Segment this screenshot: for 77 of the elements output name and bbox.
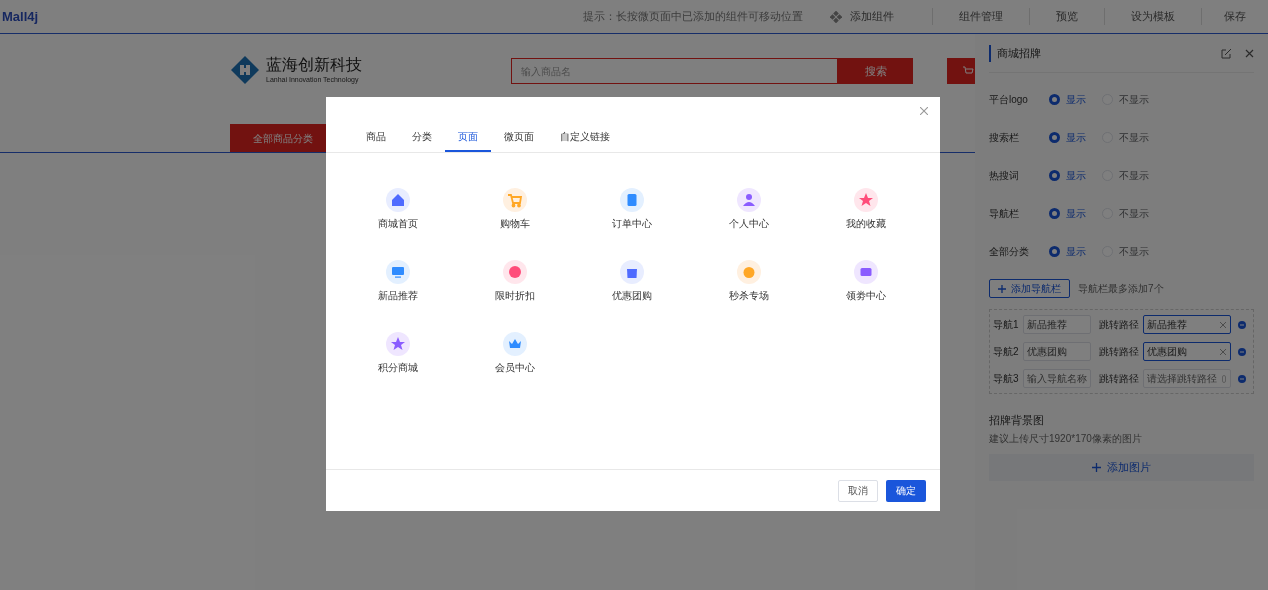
setting-label: 全部分类 — [989, 244, 1030, 259]
clear-icon[interactable] — [1220, 348, 1226, 355]
toolbar-button[interactable]: 预览 — [1030, 8, 1105, 25]
dialog-tab[interactable]: 分类 — [399, 129, 445, 152]
delete-dot-icon[interactable] — [1238, 320, 1246, 329]
radio-label: 显示 — [1066, 168, 1086, 183]
page-option[interactable]: 秒杀专场 — [690, 260, 807, 303]
page-option[interactable]: 积分商城 — [339, 332, 456, 375]
dialog-tab[interactable]: 页面 — [445, 129, 491, 152]
edit-icon[interactable] — [1221, 48, 1232, 59]
app-logo: Mall4j — [1, 7, 39, 26]
radio-button[interactable] — [1049, 207, 1060, 219]
page-option[interactable]: 限时折扣 — [456, 260, 573, 303]
crown-icon — [502, 332, 527, 356]
radio-button[interactable] — [1049, 169, 1060, 181]
nav-limit-hint: 导航栏最多添加7个 — [1078, 282, 1164, 296]
page-option[interactable]: 商城首页 — [339, 188, 456, 231]
nav-name-field[interactable]: 新品推荐 — [1023, 315, 1091, 334]
path-select[interactable]: 优惠团购 — [1143, 342, 1231, 361]
clear-icon[interactable] — [1220, 321, 1226, 328]
setting-label: 平台logo — [989, 92, 1029, 107]
page-option[interactable]: 会员中心 — [456, 332, 573, 375]
confirm-button[interactable]: 确定 — [886, 479, 926, 502]
radio-label: 显示 — [1066, 130, 1086, 145]
radio-label: 不显示 — [1119, 92, 1149, 107]
path-label: 跳转路径 — [1099, 372, 1140, 386]
close-icon[interactable] — [1245, 49, 1254, 58]
puzzle-icon — [830, 10, 842, 23]
page-option[interactable]: 优惠团购 — [573, 260, 690, 303]
page-option[interactable]: 我的收藏 — [807, 188, 924, 231]
dialog-tab[interactable]: 自定义链接 — [547, 129, 623, 152]
cancel-button[interactable]: 取消 — [838, 479, 878, 502]
setting-label: 热搜词 — [989, 168, 1020, 183]
panel-title: 商城招牌 — [989, 45, 1041, 62]
setting-label: 导航栏 — [989, 206, 1020, 221]
setting-label: 搜索栏 — [989, 130, 1020, 145]
path-label: 跳转路径 — [1099, 345, 1140, 359]
radio-button[interactable] — [1049, 93, 1060, 105]
delete-dot-icon[interactable] — [1238, 374, 1246, 383]
monitor-icon — [385, 260, 410, 284]
toolbar-button[interactable]: 添加组件 — [830, 8, 933, 25]
page-option[interactable]: 个人中心 — [690, 188, 807, 231]
nav-label: 导航3 — [993, 372, 1020, 386]
brand-name: 蓝海创新科技 — [266, 57, 362, 73]
radio-label: 不显示 — [1119, 206, 1149, 221]
logo-icon — [230, 55, 260, 85]
page-option[interactable]: 购物车 — [456, 188, 573, 231]
cart-icon — [502, 188, 527, 212]
toolbar-button[interactable]: 组件管理 — [933, 8, 1030, 25]
toolbar-button[interactable]: 保存 — [1202, 8, 1268, 25]
nav-name-field[interactable]: 优惠团购 — [1023, 342, 1091, 361]
radio-label: 显示 — [1066, 92, 1086, 107]
radio-label: 不显示 — [1119, 244, 1149, 259]
path-label: 跳转路径 — [1099, 318, 1140, 332]
dialog-tab[interactable]: 微页面 — [491, 129, 547, 152]
dialog-tab[interactable]: 商品 — [353, 129, 399, 152]
section-title: 招牌背景图 — [989, 413, 1045, 428]
person-icon — [736, 188, 761, 212]
path-select[interactable]: 新品推荐 — [1143, 315, 1231, 334]
page-option[interactable]: 新品推荐 — [339, 260, 456, 303]
page-option[interactable]: 订单中心 — [573, 188, 690, 231]
radio-label: 显示 — [1066, 206, 1086, 221]
radio-label: 不显示 — [1119, 130, 1149, 145]
toolbar-button[interactable]: 设为模板 — [1105, 8, 1202, 25]
nav-label: 导航1 — [993, 318, 1020, 332]
radio-button[interactable] — [1049, 245, 1060, 257]
radio-label: 显示 — [1066, 244, 1086, 259]
close-icon[interactable] — [920, 107, 928, 115]
nav-label: 导航2 — [993, 345, 1020, 359]
house-icon — [385, 188, 410, 212]
add-nav-button[interactable]: 添加导航栏 — [989, 279, 1070, 298]
radio-label: 不显示 — [1119, 168, 1149, 183]
delete-dot-icon[interactable] — [1238, 347, 1246, 356]
radio-button[interactable] — [1049, 131, 1060, 143]
page-option[interactable]: 领劵中心 — [807, 260, 924, 303]
plus-icon — [998, 284, 1006, 293]
plus-icon — [1092, 462, 1101, 472]
